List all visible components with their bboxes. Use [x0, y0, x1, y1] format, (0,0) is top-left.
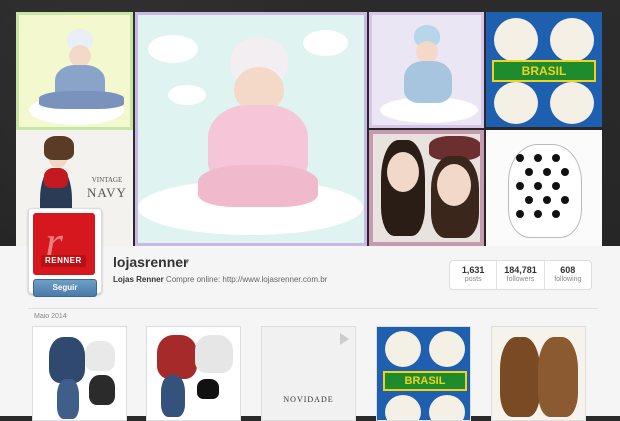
brasil-thumb-text: BRASIL — [383, 371, 467, 391]
feed-post-video-novidade[interactable]: NOVIDADE — [261, 326, 356, 421]
stat-following-label: following — [554, 276, 582, 283]
renner-badge: RENNER — [41, 255, 86, 267]
feed-month-label: Maio 2014 — [34, 313, 67, 320]
feed-post-brasil[interactable]: BRASIL — [376, 326, 471, 421]
vintage-label: VINTAGE — [91, 176, 123, 184]
profile-display-name: Lojas Renner — [113, 275, 164, 284]
stat-following-value: 608 — [560, 265, 576, 275]
play-icon — [340, 333, 349, 345]
profile-bio-text[interactable]: Compre online: http://www.lojasrenner.co… — [166, 275, 327, 284]
novidade-label: NOVIDADE — [283, 395, 334, 404]
section-divider — [28, 308, 598, 309]
renner-logo: r RENNER — [33, 213, 95, 275]
stat-posts[interactable]: 1,631 posts — [450, 261, 496, 289]
stat-posts-label: posts — [464, 276, 482, 283]
cover-photo-baby-snowsuit[interactable] — [16, 12, 133, 130]
profile-bio: Lojas Renner Compre online: http://www.l… — [113, 275, 327, 284]
feed-post-leather-jackets[interactable] — [491, 326, 586, 421]
profile-username[interactable]: lojasrenner — [113, 254, 188, 270]
follow-button[interactable]: Seguir — [33, 279, 97, 297]
brasil-banner-text: BRASIL — [492, 60, 596, 82]
cover-photo-polka-shirt[interactable] — [486, 130, 602, 246]
caret-down-icon[interactable]: ▾ — [185, 257, 189, 266]
cover-photo-brasil-fans[interactable]: BRASIL — [486, 12, 602, 127]
cover-photo-women-hats[interactable] — [369, 130, 484, 246]
stat-followers-label: followers — [506, 276, 535, 283]
feed-post-plaid-set[interactable] — [146, 326, 241, 421]
profile-stats: 1,631 posts 184,781 followers 608 follow… — [449, 260, 592, 290]
stat-followers[interactable]: 184,781 followers — [496, 261, 543, 289]
stat-following[interactable]: 608 following — [543, 261, 591, 289]
stat-followers-value: 184,781 — [504, 265, 537, 275]
feed-post-kids-outfit[interactable] — [32, 326, 127, 421]
stat-posts-value: 1,631 — [461, 265, 485, 275]
navy-label: NAVY — [87, 185, 127, 200]
cover-photo-baby-blue[interactable] — [369, 12, 484, 128]
cover-photo-baby-pink[interactable] — [135, 12, 367, 246]
